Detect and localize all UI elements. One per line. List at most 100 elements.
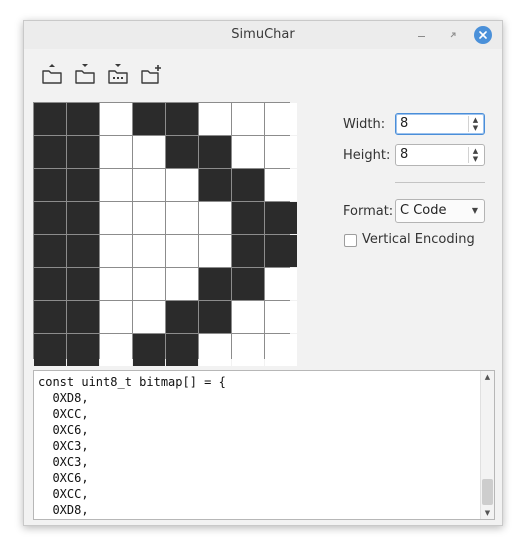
width-increment-button[interactable]: ▲ [469,116,482,124]
chevron-up-icon: ▲ [472,116,479,124]
pixel-cell[interactable] [166,103,198,135]
pixel-cell[interactable] [265,103,297,135]
pixel-cell[interactable] [265,268,297,300]
scroll-down-icon: ▼ [484,509,491,517]
height-decrement-button[interactable]: ▼ [469,155,482,163]
pixel-cell[interactable] [166,202,198,234]
pixel-cell[interactable] [133,136,165,168]
pixel-cell[interactable] [67,235,99,267]
chevron-down-icon: ▼ [471,206,478,215]
pixel-cell[interactable] [199,301,231,333]
code-output[interactable]: const uint8_t bitmap[] = { 0XD8, 0XCC, 0… [33,370,495,520]
pixel-cell[interactable] [166,235,198,267]
pixel-cell[interactable] [232,103,264,135]
width-spinbox[interactable]: 8 ▲ ▼ [395,113,485,135]
pixel-cell[interactable] [199,136,231,168]
bitmap-grid[interactable] [33,102,297,366]
save-folder-button[interactable] [69,59,101,89]
scroll-up-icon: ▲ [484,373,491,381]
pixel-cell[interactable] [166,136,198,168]
pixel-cell[interactable] [133,103,165,135]
pixel-cell[interactable] [265,202,297,234]
pixel-cell[interactable] [133,268,165,300]
pixel-cell[interactable] [67,169,99,201]
pixel-cell[interactable] [199,103,231,135]
pixel-cell[interactable] [232,268,264,300]
import-button[interactable] [102,59,134,89]
pixel-cell[interactable] [67,268,99,300]
width-value[interactable]: 8 [400,114,408,134]
scroll-thumb[interactable] [482,479,493,505]
new-folder-button[interactable] [135,59,167,89]
chevron-down-icon: ▼ [472,124,479,132]
pixel-cell[interactable] [34,202,66,234]
pixel-cell[interactable] [232,235,264,267]
pixel-cell[interactable] [199,268,231,300]
pixel-cell[interactable] [67,136,99,168]
pixel-cell[interactable] [34,103,66,135]
scroll-up-button[interactable]: ▲ [481,371,494,383]
pixel-cell[interactable] [67,334,99,366]
vertical-encoding-checkbox[interactable] [344,234,357,247]
pixel-cell[interactable] [166,301,198,333]
pixel-cell[interactable] [34,334,66,366]
pixel-cell[interactable] [232,334,264,366]
pixel-cell[interactable] [100,268,132,300]
pixel-cell[interactable] [166,169,198,201]
pixel-cell[interactable] [133,301,165,333]
pixel-cell[interactable] [133,202,165,234]
app-window: SimuChar Width: 8 ▲ ▼ Height: 8 ▲ ▼ Form… [23,20,503,526]
pixel-cell[interactable] [100,103,132,135]
pixel-cell[interactable] [232,136,264,168]
height-increment-button[interactable]: ▲ [469,147,482,155]
pixel-cell[interactable] [34,301,66,333]
vertical-encoding-label[interactable]: Vertical Encoding [362,232,475,247]
pixel-cell[interactable] [232,202,264,234]
pixel-cell[interactable] [133,235,165,267]
minimize-icon [417,34,425,37]
title-bar[interactable]: SimuChar [24,21,502,49]
pixel-cell[interactable] [166,334,198,366]
folder-upload-icon [42,64,62,84]
width-spin-arrows: ▲ ▼ [468,116,482,132]
pixel-cell[interactable] [34,268,66,300]
pixel-cell[interactable] [100,334,132,366]
restore-button[interactable] [444,26,462,44]
pixel-cell[interactable] [199,334,231,366]
pixel-cell[interactable] [265,301,297,333]
open-folder-button[interactable] [36,59,68,89]
pixel-cell[interactable] [265,136,297,168]
pixel-cell[interactable] [67,301,99,333]
pixel-cell[interactable] [199,169,231,201]
height-value[interactable]: 8 [400,145,408,165]
format-dropdown[interactable]: C Code ▼ [395,199,485,223]
pixel-cell[interactable] [67,103,99,135]
format-value: C Code [400,203,447,218]
close-button[interactable] [474,26,492,44]
pixel-cell[interactable] [232,301,264,333]
pixel-cell[interactable] [100,235,132,267]
pixel-cell[interactable] [133,169,165,201]
pixel-cell[interactable] [100,169,132,201]
pixel-cell[interactable] [67,202,99,234]
pixel-cell[interactable] [265,169,297,201]
height-spinbox[interactable]: 8 ▲ ▼ [395,144,485,166]
pixel-cell[interactable] [199,235,231,267]
pixel-cell[interactable] [232,169,264,201]
width-decrement-button[interactable]: ▼ [469,124,482,132]
minimize-button[interactable] [412,26,430,44]
pixel-cell[interactable] [34,235,66,267]
pixel-cell[interactable] [199,202,231,234]
code-scrollbar[interactable]: ▲ ▼ [480,371,494,519]
pixel-cell[interactable] [100,136,132,168]
pixel-cell[interactable] [100,202,132,234]
pixel-cell[interactable] [100,301,132,333]
pixel-cell[interactable] [34,169,66,201]
code-text[interactable]: const uint8_t bitmap[] = { 0XD8, 0XCC, 0… [38,374,226,518]
pixel-cell[interactable] [34,136,66,168]
pixel-cell[interactable] [166,268,198,300]
pixel-cell[interactable] [133,334,165,366]
pixel-cell[interactable] [265,334,297,366]
pixel-cell[interactable] [265,235,297,267]
scroll-down-button[interactable]: ▼ [481,507,494,519]
